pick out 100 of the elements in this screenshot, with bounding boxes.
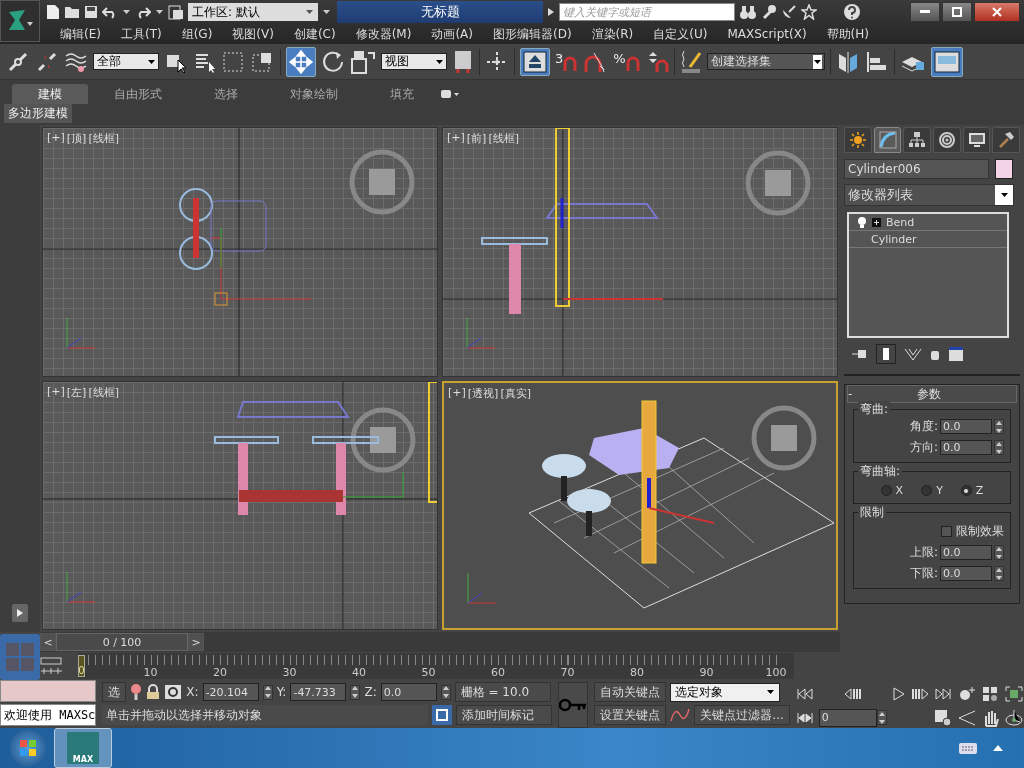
track-bar[interactable]: 0 10 20 30 40 50 60 70 80 90 100 — [78, 653, 794, 679]
padlock-icon[interactable] — [146, 684, 161, 700]
snap-toggle-button[interactable]: 3 — [555, 50, 578, 73]
ribbon-tab[interactable]: 对象绘制 — [264, 84, 364, 104]
checkbox[interactable] — [941, 526, 952, 537]
tray-arrow-icon[interactable] — [992, 744, 1004, 752]
save-icon[interactable] — [84, 5, 98, 19]
command-panel-tab[interactable] — [992, 127, 1021, 153]
coordinate-field[interactable]: 0.0 — [380, 683, 437, 701]
show-end-result-icon[interactable] — [876, 344, 896, 364]
number-field[interactable]: 0.0 — [940, 440, 992, 455]
view-label[interactable]: [前] — [466, 131, 487, 146]
rollout-header[interactable]: - 参数 — [847, 385, 1017, 403]
ribbon-tab[interactable]: 选择 — [188, 84, 264, 104]
time-configuration-icon[interactable] — [933, 708, 952, 727]
set-key-mode-button[interactable]: 设置关键点 — [594, 705, 667, 725]
menu-item[interactable]: 自定义(U) — [643, 25, 718, 43]
view-label[interactable]: [顶] — [66, 131, 87, 146]
menu-item[interactable]: 渲染(R) — [581, 25, 644, 43]
menu-item[interactable]: 组(G) — [171, 25, 223, 43]
viewport[interactable]: [+] [左] [线框] — [42, 380, 438, 630]
workspace-dropdown[interactable]: 工作区: 默认 — [188, 3, 318, 21]
field-of-view-icon[interactable] — [956, 709, 977, 726]
light-bulb-icon[interactable] — [130, 683, 143, 701]
coordinate-system-dropdown[interactable]: 视图 — [381, 53, 447, 70]
viewport-menu[interactable]: [+] — [47, 131, 65, 146]
menu-item[interactable]: 动画(A) — [421, 25, 483, 43]
time-tag-icon[interactable] — [432, 705, 453, 725]
radio-button[interactable] — [921, 485, 933, 496]
spinner-arrows[interactable] — [994, 419, 1004, 434]
pin-icon[interactable] — [852, 349, 868, 359]
shading-label[interactable]: [线框] — [488, 131, 519, 146]
menu-item[interactable]: 图形编辑器(D) — [482, 25, 582, 43]
expand-icon[interactable] — [872, 217, 881, 227]
view-label[interactable]: [左] — [66, 384, 87, 400]
menu-item[interactable]: 修改器(M) — [345, 25, 422, 43]
selection-filter-dropdown[interactable]: 全部 — [93, 53, 159, 70]
spinner-arrows[interactable] — [440, 684, 451, 700]
viewport[interactable]: [+] [透视] [真实] — [442, 380, 838, 630]
taskbar-app-button[interactable]: MAX — [54, 728, 112, 768]
ribbon-tab[interactable]: 自由形式 — [88, 84, 188, 104]
wrench-icon[interactable] — [761, 4, 777, 20]
number-field[interactable]: 0.0 — [940, 545, 992, 560]
command-panel-tab[interactable] — [844, 127, 872, 153]
star-icon[interactable] — [801, 4, 817, 20]
play-icon[interactable] — [891, 686, 906, 701]
shading-label[interactable]: [线框] — [88, 131, 119, 146]
viewport-menu[interactable]: [+] — [447, 131, 465, 146]
time-marker[interactable]: 0 — [78, 655, 85, 677]
command-panel-tab[interactable] — [933, 127, 961, 153]
command-panel-tab[interactable] — [903, 127, 931, 153]
spinner-arrows[interactable] — [876, 710, 887, 725]
maximize-button[interactable] — [942, 2, 972, 22]
viewport[interactable]: [+] [前] [线框] — [442, 127, 838, 377]
search-field[interactable]: 键入关键字或短语 — [559, 3, 735, 21]
minimize-button[interactable] — [910, 2, 940, 22]
move-arrows-icon[interactable] — [286, 46, 316, 77]
play-icon[interactable] — [12, 604, 28, 622]
scale-icon[interactable] — [350, 48, 376, 75]
go-to-start-icon[interactable] — [795, 687, 814, 700]
menu-item[interactable]: 视图(V) — [222, 25, 284, 43]
rectangle-selection-icon[interactable] — [222, 49, 246, 74]
rotate-icon[interactable] — [321, 49, 345, 74]
make-unique-icon[interactable] — [904, 347, 922, 361]
app-menu-button[interactable] — [0, 0, 40, 42]
start-button[interactable] — [10, 730, 46, 766]
stack-item[interactable]: Bend — [886, 215, 915, 229]
radio-button[interactable] — [960, 485, 972, 496]
previous-frame-button[interactable]: < — [40, 633, 56, 651]
key-filters-button[interactable]: 关键点过滤器... — [694, 705, 790, 725]
spinner-arrows[interactable] — [994, 545, 1004, 560]
ribbon-tab[interactable]: 建模 — [12, 84, 88, 104]
shading-label[interactable]: [线框] — [88, 384, 119, 400]
command-panel-tab[interactable] — [962, 127, 991, 153]
viewcube-icon[interactable] — [350, 407, 416, 472]
light-bulb-icon[interactable] — [857, 216, 867, 228]
keyboard-icon[interactable] — [958, 741, 978, 755]
current-frame-field[interactable]: 0 — [818, 708, 877, 727]
object-name-field[interactable]: Cylinder006 — [844, 159, 989, 179]
spinner-arrows[interactable] — [350, 684, 361, 700]
play-icon[interactable] — [547, 7, 555, 17]
curve-icon[interactable] — [670, 706, 691, 724]
script-listener-output[interactable]: 欢迎使用 MAXSc — [0, 704, 97, 726]
caret-icon[interactable] — [122, 8, 131, 16]
viewcube-icon[interactable] — [751, 405, 817, 470]
orbit-icon[interactable] — [1004, 708, 1023, 727]
next-frame-button[interactable]: > — [188, 633, 204, 651]
number-field[interactable]: 0.0 — [940, 566, 992, 581]
percent-snap-button[interactable]: % — [613, 50, 640, 73]
binoculars-icon[interactable] — [739, 4, 757, 20]
collapse-toggle[interactable]: - — [848, 387, 853, 401]
zoom-all-icon[interactable] — [981, 685, 1000, 702]
menu-item[interactable]: 创建(C) — [283, 25, 346, 43]
menu-item[interactable]: MAXScript(X) — [717, 27, 817, 41]
ribbon-tab[interactable]: 填充 — [364, 84, 440, 104]
menu-item[interactable]: 编辑(E) — [50, 25, 111, 43]
next-key-icon[interactable] — [910, 687, 929, 700]
satellite-dish-icon[interactable] — [781, 4, 797, 20]
add-time-tag-button[interactable]: 添加时间标记 — [456, 705, 553, 725]
ribbon-panel-tab[interactable]: 多边形建模 — [4, 104, 72, 123]
